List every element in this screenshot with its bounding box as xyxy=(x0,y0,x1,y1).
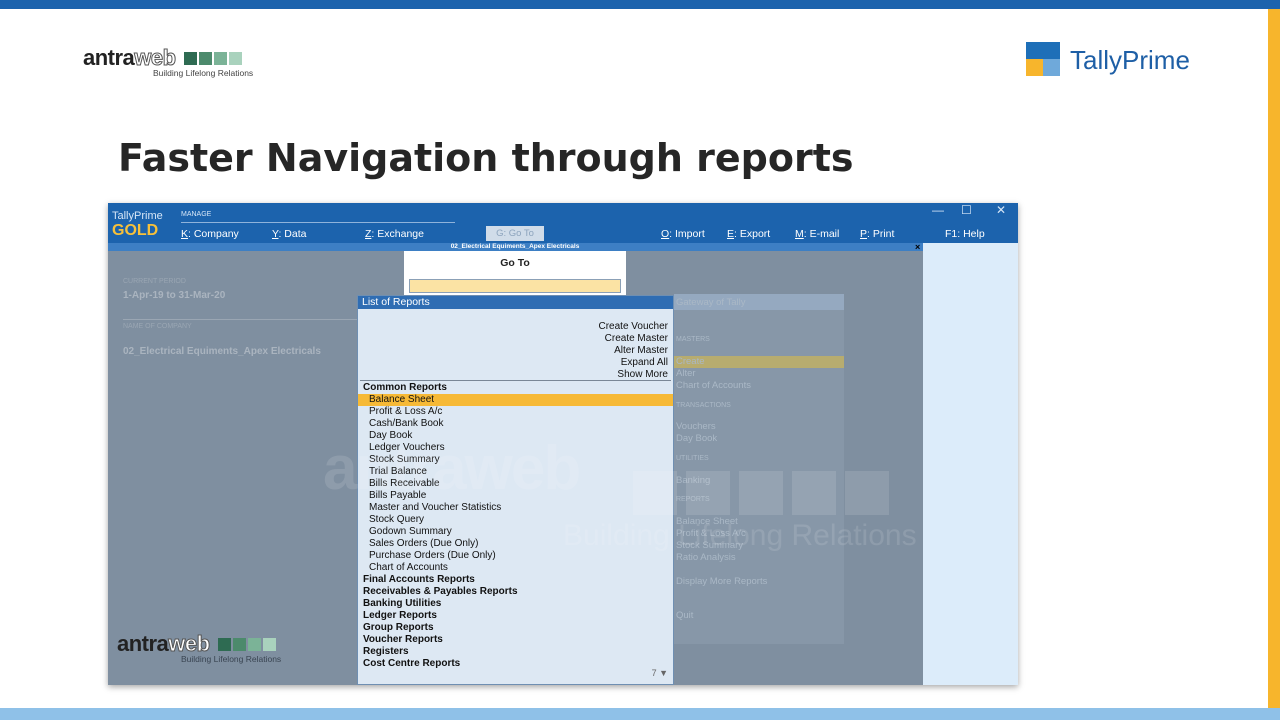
gateway-item: TRANSACTIONS xyxy=(676,402,731,409)
gateway-item: Alter xyxy=(676,368,696,379)
logo-square xyxy=(248,638,262,651)
brand-edition: GOLD xyxy=(112,222,159,239)
manage-label: MANAGE xyxy=(181,211,212,218)
current-period-value: 1-Apr-19 to 31-Mar-20 xyxy=(123,290,226,301)
watermark-square xyxy=(845,471,889,515)
report-item[interactable]: Sales Orders (Due Only) xyxy=(369,538,478,550)
antraweb-logo: antraweb Building Lifelong Relations xyxy=(83,45,254,78)
page-indicator[interactable]: 7 ▼ xyxy=(652,668,668,678)
report-item[interactable]: Chart of Accounts xyxy=(369,562,448,574)
menu-email[interactable]: M: E-mail xyxy=(795,228,839,240)
report-item[interactable]: Balance Sheet xyxy=(369,394,434,406)
action-create-master[interactable]: Create Master xyxy=(605,333,668,344)
company-label: NAME OF COMPANY xyxy=(123,323,192,330)
watermark-tagline: Building Lifelong Relations xyxy=(563,519,917,552)
list-divider xyxy=(360,380,671,381)
watermark-square xyxy=(739,471,783,515)
goto-search-input[interactable] xyxy=(409,279,621,293)
report-group[interactable]: Banking Utilities xyxy=(363,598,441,610)
action-expand-all[interactable]: Expand All xyxy=(621,357,668,368)
top-color-band xyxy=(0,0,1280,9)
menu-print[interactable]: P: Print xyxy=(860,228,894,240)
watermark-wordmark: antraweb xyxy=(323,434,581,503)
watermark-square xyxy=(633,471,677,515)
action-show-more[interactable]: Show More xyxy=(617,369,668,380)
report-group[interactable]: Cost Centre Reports xyxy=(363,658,460,670)
maximize-icon[interactable]: ☐ xyxy=(961,203,972,217)
goto-dialog: Go To xyxy=(404,251,626,297)
report-item[interactable]: Godown Summary xyxy=(369,526,452,538)
menu-exchange[interactable]: Z: Exchange xyxy=(365,228,424,240)
minimize-icon[interactable]: — xyxy=(932,203,944,217)
logo-square xyxy=(229,52,243,65)
report-group[interactable]: Final Accounts Reports xyxy=(363,574,475,586)
presentation-slide: antraweb Building Lifelong Relations Tal… xyxy=(0,0,1280,720)
button-side-panel xyxy=(923,243,1018,685)
manage-divider xyxy=(181,222,455,223)
app-header: TallyPrime GOLD MANAGE K: Company Y: Dat… xyxy=(108,203,1018,243)
logo-part-web: web xyxy=(134,45,177,70)
report-group[interactable]: Group Reports xyxy=(363,622,434,634)
menu-data[interactable]: Y: Data xyxy=(272,228,306,240)
tally-app-screenshot: TallyPrime GOLD MANAGE K: Company Y: Dat… xyxy=(108,203,1018,685)
logo-part-antra: antra xyxy=(117,631,169,656)
menu-import[interactable]: O: Import xyxy=(661,228,705,240)
tallyprime-logo-text: TallyPrime xyxy=(1070,45,1190,75)
logo-square xyxy=(199,52,213,65)
menu-export[interactable]: E: Export xyxy=(727,228,770,240)
gateway-item: MASTERS xyxy=(676,336,710,343)
brand-name: TallyPrime xyxy=(112,210,163,222)
logo-part-antra: antra xyxy=(83,45,135,70)
company-value: 02_Electrical Equiments_Apex Electricals xyxy=(123,346,321,357)
watermark-square xyxy=(792,471,836,515)
menu-company[interactable]: K: Company xyxy=(181,228,239,240)
gateway-item: Display More Reports xyxy=(676,576,768,587)
report-group[interactable]: Receivables & Payables Reports xyxy=(363,586,518,598)
report-item[interactable]: Stock Query xyxy=(369,514,424,526)
group-common-reports[interactable]: Common Reports xyxy=(363,382,447,394)
report-group[interactable]: Voucher Reports xyxy=(363,634,443,646)
gateway-item: Day Book xyxy=(676,433,718,444)
antraweb-tagline: Building Lifelong Relations xyxy=(181,654,282,664)
close-report-icon[interactable]: × xyxy=(915,242,920,252)
report-item[interactable]: Purchase Orders (Due Only) xyxy=(369,550,496,562)
action-alter-master[interactable]: Alter Master xyxy=(614,345,668,356)
antraweb-logo-bottom: antraweb Building Lifelong Relations xyxy=(117,631,282,664)
gateway-title: Gateway of Tally xyxy=(676,297,746,308)
logo-square xyxy=(214,52,228,65)
report-group[interactable]: Ledger Reports xyxy=(363,610,437,622)
logo-square xyxy=(233,638,247,651)
gateway-item: UTILITIES xyxy=(676,455,709,462)
tallyprime-logo-icon xyxy=(1026,42,1060,76)
bottom-color-band xyxy=(0,708,1280,720)
report-group[interactable]: Registers xyxy=(363,646,409,658)
menu-help[interactable]: F1: Help xyxy=(945,228,985,240)
logo-square xyxy=(263,638,277,651)
report-item[interactable]: Profit & Loss A/c xyxy=(369,406,442,418)
menu-goto-button[interactable]: G: Go To xyxy=(486,226,544,241)
gateway-item: Ratio Analysis xyxy=(676,552,736,563)
company-name-bar: 02_Electrical Equiments_Apex Electricals xyxy=(450,243,580,250)
right-color-band xyxy=(1268,9,1280,708)
action-create-voucher[interactable]: Create Voucher xyxy=(599,321,669,332)
divider xyxy=(123,319,358,320)
logo-square xyxy=(218,638,232,651)
watermark-square xyxy=(686,471,730,515)
gateway-item: Vouchers xyxy=(676,421,716,432)
slide-title: Faster Navigation through reports xyxy=(118,136,854,180)
logo-part-web: web xyxy=(168,631,211,656)
close-window-icon[interactable]: ✕ xyxy=(996,203,1006,217)
gateway-item: Chart of Accounts xyxy=(676,380,751,391)
report-item[interactable]: Cash/Bank Book xyxy=(369,418,444,430)
antraweb-logo-wordmark: antraweb xyxy=(117,631,211,656)
list-header: List of Reports xyxy=(358,296,673,309)
gateway-panel: Gateway of Tally MASTERS Create Alter Ch… xyxy=(674,294,844,644)
logo-square xyxy=(184,52,198,65)
goto-title: Go To xyxy=(500,257,530,269)
antraweb-tagline: Building Lifelong Relations xyxy=(153,68,254,78)
gateway-item: Quit xyxy=(676,610,694,621)
antraweb-logo-wordmark: antraweb xyxy=(83,45,177,70)
gateway-item: Create xyxy=(676,356,705,367)
current-period-label: CURRENT PERIOD xyxy=(123,278,186,285)
